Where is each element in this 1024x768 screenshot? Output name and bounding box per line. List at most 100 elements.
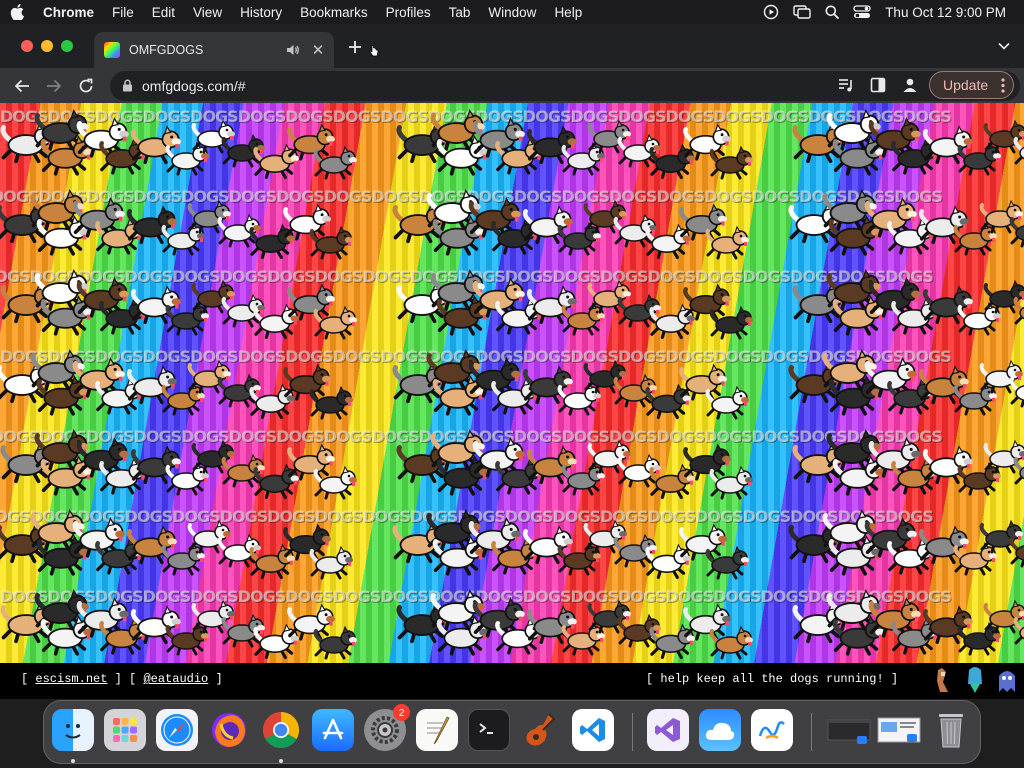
footer-sprites [932, 666, 1018, 698]
omfgdogs-favicon-icon [104, 42, 120, 58]
recent-window-thumbnail-document[interactable] [876, 709, 922, 751]
tab-close-icon[interactable]: ✕ [310, 42, 326, 59]
profile-avatar-icon[interactable] [902, 77, 918, 93]
escism-link[interactable]: escism.net [35, 672, 107, 686]
trash-icon[interactable] [930, 709, 972, 751]
window-close-button[interactable] [21, 40, 33, 52]
mermaid-sprite-icon[interactable] [964, 666, 986, 698]
back-button[interactable] [6, 70, 38, 102]
menu-help[interactable]: Help [545, 5, 591, 20]
running-dog-sprite [221, 293, 265, 328]
new-tab-plus-icon[interactable] [346, 38, 364, 56]
menubar-clock[interactable]: Thu Oct 12 9:00 PM [885, 5, 1006, 20]
running-dog-sprite [561, 461, 605, 496]
site-info-lock-icon[interactable] [122, 79, 133, 92]
visual-studio-icon[interactable] [647, 709, 689, 751]
running-dog-sprite [165, 461, 209, 496]
browser-tab-strip: OMFGDOGS ✕ [0, 24, 1024, 68]
tab-title: OMFGDOGS [129, 43, 204, 57]
running-dog-sprite [221, 453, 265, 488]
safari-icon[interactable] [156, 709, 198, 751]
running-dog-sprite [1009, 537, 1024, 568]
address-bar-url[interactable]: omfgdogs.com/# [142, 78, 954, 94]
weather-icon[interactable] [699, 709, 741, 751]
running-dog-sprite [957, 301, 1001, 336]
running-dog-sprite [613, 533, 657, 568]
dock-separator [632, 713, 633, 751]
macos-dock: 2 [43, 700, 981, 764]
system-settings-icon[interactable]: 2 [364, 704, 410, 751]
menu-file[interactable]: File [103, 5, 143, 20]
freeform-icon[interactable] [751, 709, 793, 751]
media-controls-icon[interactable] [838, 77, 854, 93]
running-dog-sprite [617, 133, 661, 168]
running-dog-sprite [561, 301, 605, 336]
recent-window-thumbnail-terminal[interactable] [826, 709, 872, 751]
running-dog-sprite [613, 373, 657, 408]
visual-studio-code-icon[interactable] [572, 709, 614, 751]
firefox-icon[interactable] [208, 709, 250, 751]
macos-menu-bar: Chrome File Edit View History Bookmarks … [0, 0, 1024, 24]
running-dog-sprite [217, 533, 261, 568]
media-play-icon[interactable] [763, 4, 779, 20]
tab-audio-playing-icon[interactable] [286, 44, 300, 56]
menu-bookmarks[interactable]: Bookmarks [291, 5, 377, 20]
running-dog-sprite [557, 221, 601, 256]
bracket-text: ] [ [114, 672, 137, 686]
reload-button[interactable] [70, 70, 102, 102]
blue-ghost-sprite-icon[interactable] [996, 666, 1018, 698]
running-dog-sprite [561, 621, 605, 656]
textedit-icon[interactable] [416, 709, 458, 751]
screen-mirroring-icon[interactable] [793, 5, 811, 19]
menu-window[interactable]: Window [479, 5, 545, 20]
finder-running-dot [71, 759, 75, 763]
running-dog-sprite [217, 373, 261, 408]
running-dog-sprite [953, 221, 997, 256]
help-keep-dogs-running-text: [ help keep all the dogs running! ] [646, 672, 899, 686]
menu-edit[interactable]: Edit [143, 5, 184, 20]
google-chrome-icon[interactable] [260, 709, 302, 751]
spotlight-search-icon[interactable] [825, 5, 840, 19]
menu-history[interactable]: History [231, 5, 291, 20]
running-dog-sprite [957, 141, 1001, 176]
finder-icon[interactable] [52, 709, 94, 751]
chrome-running-dot [279, 759, 283, 763]
page-footer: [ escism.net ] [ @eataudio ] [ help keep… [0, 663, 1024, 699]
window-fullscreen-button[interactable] [61, 40, 73, 52]
running-dog-sprite [165, 301, 209, 336]
donate-sprite-icon[interactable] [932, 666, 954, 698]
forward-button[interactable] [38, 70, 70, 102]
eataudio-link[interactable]: @eataudio [143, 672, 208, 686]
running-dog-sprite [617, 293, 661, 328]
apple-menu-icon[interactable] [0, 4, 34, 20]
running-dog-sprite [1009, 217, 1024, 248]
launchpad-icon[interactable] [104, 709, 146, 751]
running-dog-sprite [221, 613, 265, 648]
window-minimize-button[interactable] [41, 40, 53, 52]
update-label: Update [943, 77, 989, 93]
terminal-icon[interactable] [468, 709, 510, 751]
chrome-update-button[interactable]: Update [929, 71, 1014, 99]
running-dog-sprite [161, 541, 205, 576]
running-dog-sprite [161, 221, 205, 256]
menu-app-chrome[interactable]: Chrome [34, 5, 103, 20]
side-panel-icon[interactable] [870, 77, 886, 93]
control-center-icon[interactable] [853, 5, 871, 19]
bracket-text: [ [21, 672, 29, 686]
app-store-icon[interactable] [312, 709, 354, 751]
running-dog-sprite [957, 621, 1001, 656]
running-dog-sprite [557, 381, 601, 416]
tab-search-chevron-icon[interactable] [998, 42, 1010, 50]
tab-omfgdogs[interactable]: OMFGDOGS ✕ [94, 32, 334, 68]
menu-profiles[interactable]: Profiles [377, 5, 440, 20]
running-dog-sprite [221, 133, 265, 168]
running-dog-sprite [165, 141, 209, 176]
more-options-kebab-icon[interactable] [1001, 78, 1005, 93]
menu-tab[interactable]: Tab [440, 5, 480, 20]
menu-view[interactable]: View [184, 5, 231, 20]
settings-badge: 2 [393, 704, 410, 721]
omfgdogs-page: DOGSDOGSDOGSDOGSDOGSDOGSDOGSDOGSDOGSDOGS… [0, 103, 1024, 663]
footer-links: [ escism.net ] [ @eataudio ] [21, 672, 223, 686]
garageband-icon[interactable] [520, 709, 562, 751]
running-dog-sprite [957, 461, 1001, 496]
